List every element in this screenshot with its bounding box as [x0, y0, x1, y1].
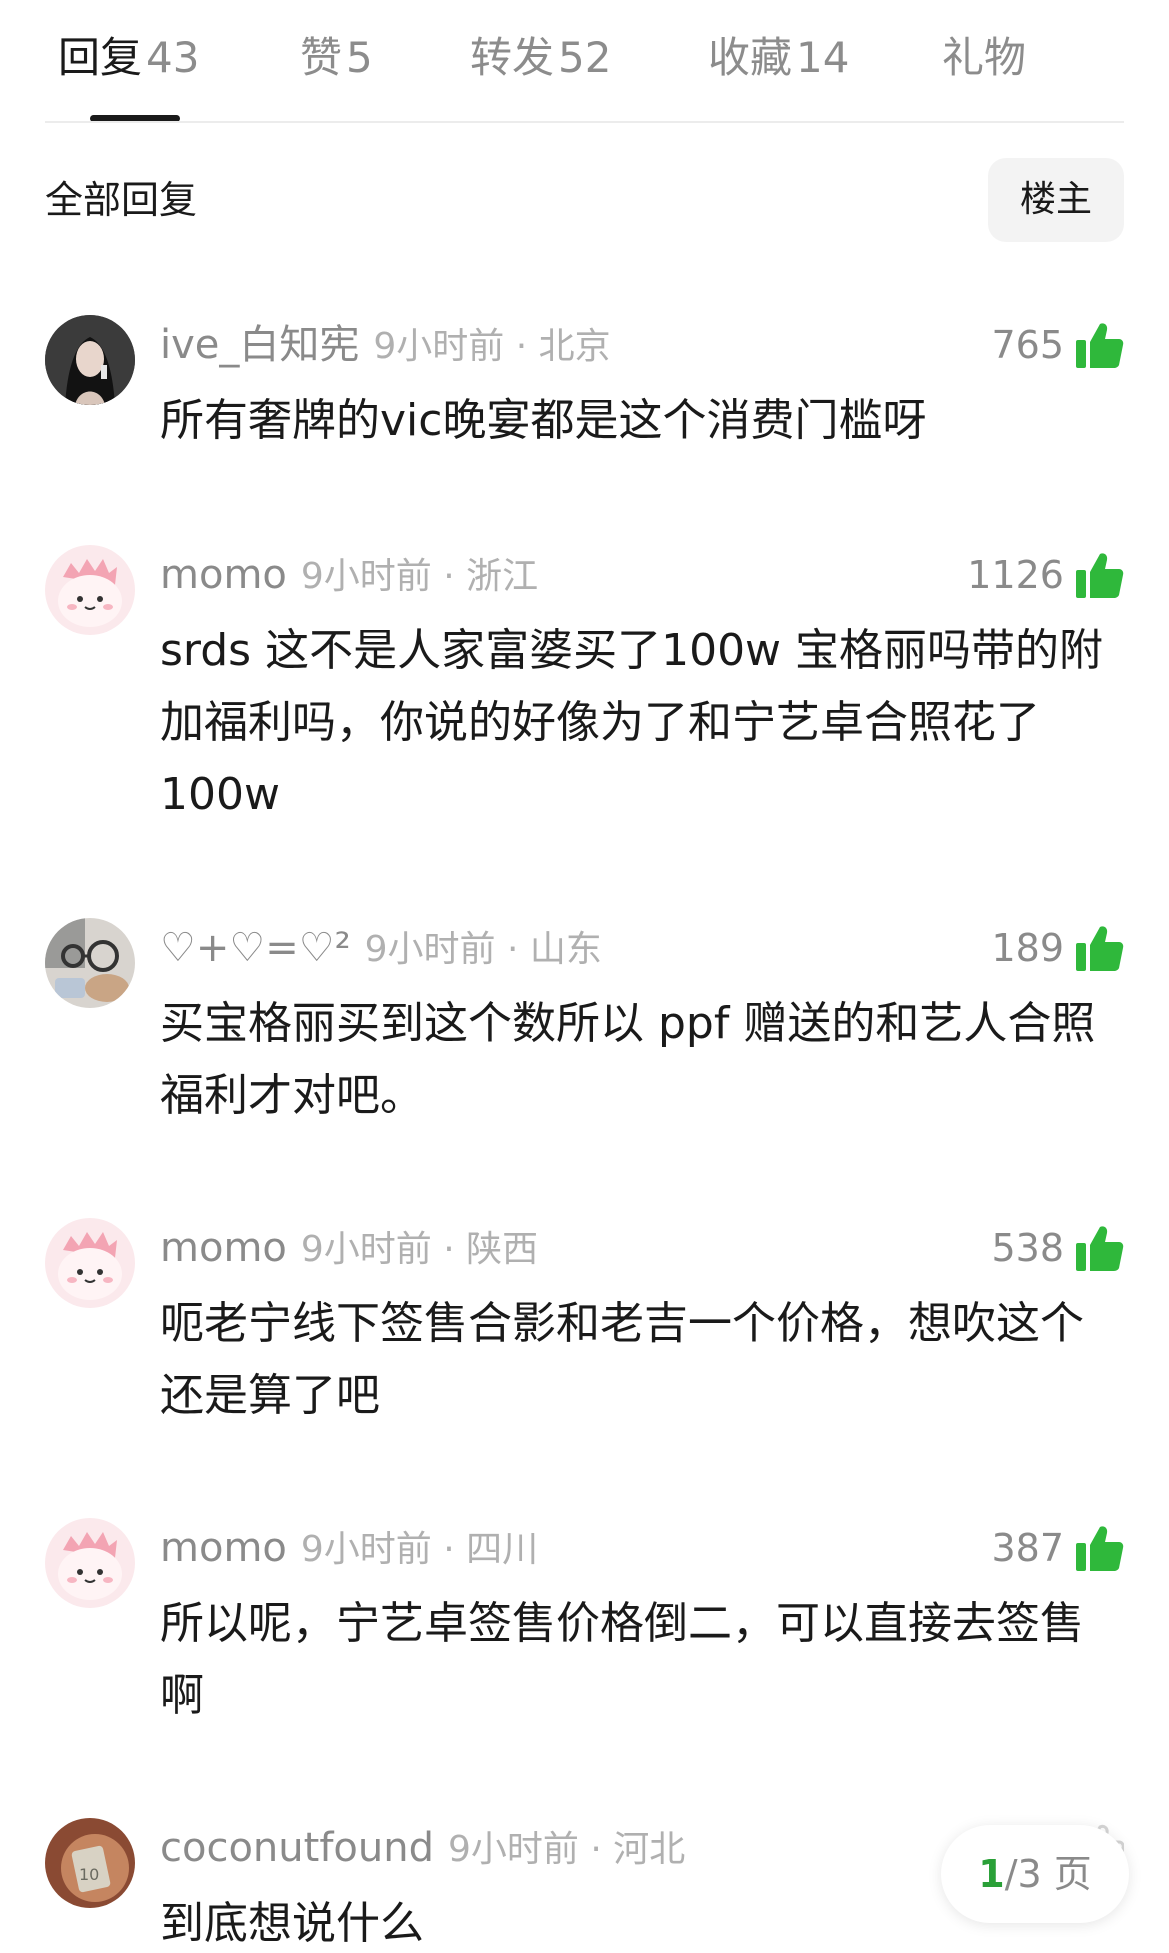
avatar[interactable]: 10: [45, 1818, 135, 1908]
svg-text:10: 10: [79, 1865, 99, 1884]
divider: [45, 121, 1124, 123]
time-location: 9小时前 · 四川: [300, 1529, 539, 1570]
like-count: 538: [991, 1226, 1064, 1270]
like-count: 189: [991, 926, 1064, 970]
comment-meta: ♡+♡=♡² 9小时前 · 山东: [160, 922, 602, 976]
tab-label: 收藏: [708, 33, 793, 82]
comments-screen: 回复43 赞5 转发52 收藏14 礼物 全部回复 楼主 ive_白知宪 9小时…: [0, 0, 1169, 1953]
tab-count: 43: [146, 33, 200, 82]
like-count: 765: [991, 323, 1064, 367]
like-button[interactable]: 1126: [967, 547, 1124, 603]
tab-label: 赞: [300, 33, 343, 82]
total-pages: /3 页: [1004, 1852, 1092, 1896]
avatar[interactable]: [45, 1218, 135, 1308]
time-location: 9小时前 · 河北: [447, 1829, 686, 1870]
tab-count: 52: [558, 33, 612, 82]
pink-dino-avatar-icon: [45, 1218, 135, 1308]
tab-count: 14: [796, 33, 850, 82]
time-location: 9小时前 · 陕西: [300, 1229, 539, 1270]
like-button[interactable]: 538: [991, 1220, 1124, 1276]
comment-text: srds 这不是人家富婆买了100w 宝格丽吗带的附加福利吗，你说的好像为了和宁…: [160, 625, 1104, 820]
comment-meta: ive_白知宪 9小时前 · 北京: [160, 319, 611, 373]
username[interactable]: ♡+♡=♡²: [160, 925, 351, 971]
tab-likes[interactable]: 赞5: [300, 28, 373, 88]
comment-text: 呃老宁线下签售合影和老吉一个价格，想吹这个还是算了吧: [160, 1298, 1084, 1421]
tab-label: 礼物: [942, 33, 1027, 82]
tab-label: 转发: [470, 33, 555, 82]
time-location: 9小时前 · 山东: [364, 929, 602, 970]
thumbs-up-icon: [1076, 1526, 1124, 1571]
username[interactable]: momo: [160, 1525, 287, 1571]
like-button[interactable]: 189: [991, 920, 1124, 976]
like-count: 1126: [967, 553, 1064, 597]
current-page: 1: [978, 1852, 1005, 1896]
pink-dino-avatar-icon: [45, 545, 135, 635]
section-title: 全部回复: [45, 178, 198, 222]
comment-text: 所以呢，宁艺卓签售价格倒二，可以直接去签售啊: [160, 1598, 1084, 1721]
comment-text: 所有奢牌的vic晚宴都是这个消费门槛呀: [160, 395, 927, 446]
like-count: 387: [991, 1526, 1064, 1570]
like-button[interactable]: 765: [991, 317, 1124, 373]
username[interactable]: coconutfound: [160, 1825, 434, 1871]
like-button[interactable]: 387: [991, 1520, 1124, 1576]
tab-reposts[interactable]: 转发52: [470, 28, 611, 88]
avatar[interactable]: [45, 315, 135, 405]
comment-meta: momo 9小时前 · 四川: [160, 1522, 538, 1576]
tab-bar: 回复43 赞5 转发52 收藏14 礼物: [0, 0, 1169, 123]
avatar[interactable]: [45, 918, 135, 1008]
tab-replies[interactable]: 回复43: [58, 28, 199, 88]
comment-meta: momo 9小时前 · 浙江: [160, 549, 538, 603]
time-location: 9小时前 · 北京: [373, 326, 611, 367]
pink-dino-avatar-icon: [45, 1518, 135, 1608]
comment-meta: momo 9小时前 · 陕西: [160, 1222, 538, 1276]
username[interactable]: ive_白知宪: [160, 322, 359, 368]
thumbs-up-icon: [1076, 323, 1124, 368]
page-indicator[interactable]: 1/3 页: [941, 1825, 1129, 1923]
avatar[interactable]: [45, 545, 135, 635]
tab-count: 5: [346, 33, 373, 82]
comment-text: 买宝格丽买到这个数所以 ppf 赠送的和艺人合照福利才对吧。: [160, 998, 1096, 1121]
photo-avatar-money-icon: 10: [45, 1818, 135, 1908]
thumbs-up-icon: [1076, 553, 1124, 598]
time-location: 9小时前 · 浙江: [300, 556, 539, 597]
tab-gifts[interactable]: 礼物: [942, 28, 1026, 88]
tab-favorites[interactable]: 收藏14: [708, 28, 849, 88]
username[interactable]: momo: [160, 1225, 287, 1271]
owner-only-button[interactable]: 楼主: [988, 158, 1124, 242]
thumbs-up-icon: [1076, 926, 1124, 971]
username[interactable]: momo: [160, 552, 287, 598]
photo-avatar-glasses-icon: [45, 918, 135, 1008]
tab-label: 回复: [58, 33, 143, 82]
avatar[interactable]: [45, 1518, 135, 1608]
thumbs-up-icon: [1076, 1226, 1124, 1271]
comment-meta: coconutfound 9小时前 · 河北: [160, 1822, 685, 1876]
photo-avatar-girl-icon: [45, 315, 135, 405]
